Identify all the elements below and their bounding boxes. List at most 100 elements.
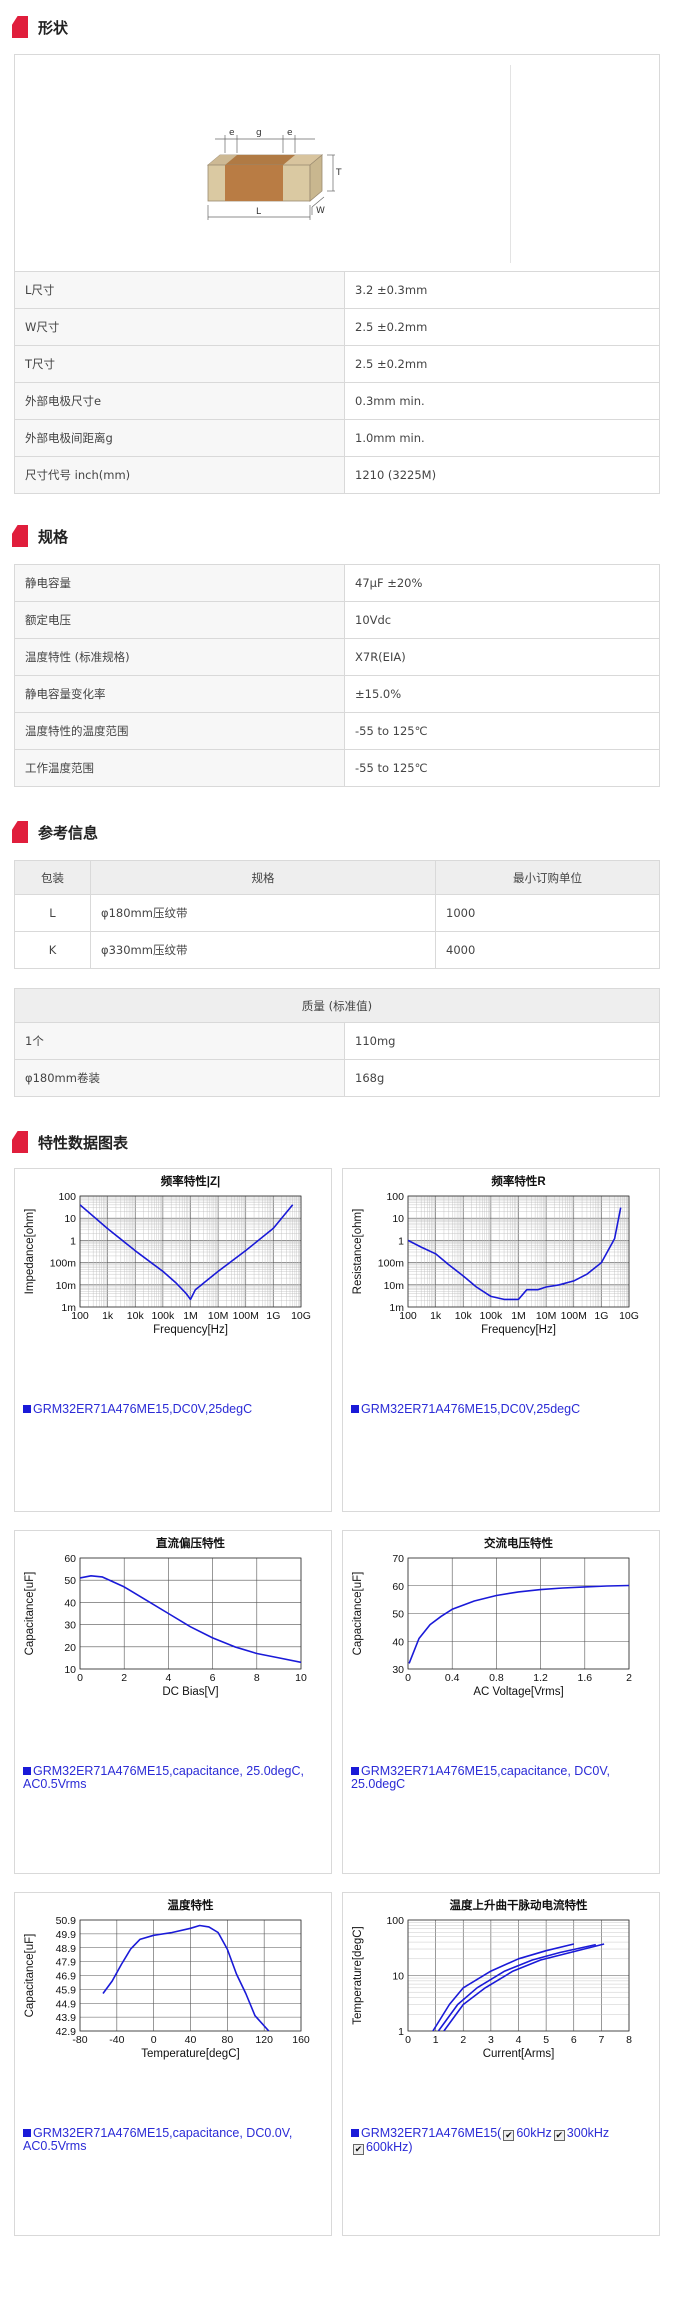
x-tick-label: 40 <box>185 2034 197 2046</box>
y-tick-label: 30 <box>64 1620 76 1632</box>
column-header: 规格 <box>90 860 436 895</box>
chart-title: 频率特性|Z| <box>161 1174 220 1188</box>
y-tick-label: 10 <box>392 1213 404 1225</box>
legend-label: GRM32ER71A476ME15( <box>361 2126 502 2140</box>
section-header-spec: 规格 <box>12 523 68 549</box>
mass-value: 110mg <box>344 1022 660 1060</box>
x-tick-label: 5 <box>543 2034 549 2046</box>
y-tick-label: 47.9 <box>56 1957 77 1969</box>
chart-legend[interactable]: GRM32ER71A476ME15,capacitance, 25.0degC,… <box>23 1765 313 1791</box>
x-tick-label: 8 <box>254 1672 260 1684</box>
y-tick-label: 1m <box>61 1302 76 1314</box>
y-tick-label: 100 <box>386 1915 404 1927</box>
y-tick-label: 10 <box>64 1213 76 1225</box>
x-tick-label: 2 <box>460 2034 466 2046</box>
y-axis-label: Capacitance[uF] <box>24 1572 36 1656</box>
x-tick-label: 100M <box>561 1310 587 1322</box>
shape-image-panel: e g e T L W <box>14 54 660 404</box>
row-value: 3.2 ±0.3mm <box>344 271 660 309</box>
section-marker-icon <box>12 525 28 547</box>
y-tick-label: 42.9 <box>56 2026 77 2038</box>
chart-legend: GRM32ER71A476ME15(✔ 60kHz ✔ 300kHz ✔ 600kHz) <box>351 2127 651 2155</box>
chart-title: 直流偏压特性 <box>156 1536 225 1550</box>
x-axis-label: Temperature[degC] <box>141 2048 239 2060</box>
table-row: 外部电极尺寸e 0.3mm min. <box>14 382 660 420</box>
table-row: 外部电极间距离g 1.0mm min. <box>14 419 660 457</box>
legend-swatch <box>23 1767 31 1775</box>
chart-svg: 温度上升曲干脉动电流特性0 1 2 3 4 5 6 7 8110100Current[Arms]… <box>352 1898 632 2060</box>
table-row: 静电容量 47μF ±20% <box>14 564 660 602</box>
chart-legend[interactable]: GRM32ER71A476ME15,DC0V,25degC <box>351 1403 580 1416</box>
x-axis-label: Frequency[Hz] <box>153 1324 228 1336</box>
y-tick-label: 43.9 <box>56 2012 77 2024</box>
y-tick-label: 40 <box>392 1636 404 1648</box>
y-tick-label: 100 <box>58 1191 76 1203</box>
x-tick-label: 10M <box>536 1310 556 1322</box>
y-tick-label: 100 <box>386 1191 404 1203</box>
legend-swatch <box>23 2129 31 2137</box>
y-axis-label: Capacitance[uF] <box>24 1934 36 2018</box>
mass-header-row: 质量 (标准值) <box>14 988 660 1023</box>
chart-legend[interactable]: GRM32ER71A476ME15,capacitance, DC0.0V, A… <box>23 2127 313 2153</box>
x-tick-label: 6 <box>571 2034 577 2046</box>
x-tick-label: -40 <box>109 2034 124 2046</box>
chart-grid <box>79 1919 302 2032</box>
dim-e-left: e <box>229 128 235 138</box>
row-value: -55 to 125℃ <box>344 712 660 750</box>
x-tick-label: 2 <box>626 1672 632 1684</box>
y-tick-label: 100m <box>378 1258 405 1270</box>
chart-dc-bias: 直流偏压特性 0 2 4 6 8 10 10 20 30 40 50 60 DC Bias[V] Capac… <box>14 1530 332 1874</box>
section-marker-icon <box>12 821 28 843</box>
dim-e-right: e <box>287 128 293 138</box>
mass-label: 1个 <box>14 1022 345 1060</box>
row-label: 静电容量 <box>14 564 345 602</box>
package-moq: 1000 <box>435 894 660 932</box>
x-tick-label: 100k <box>151 1310 175 1322</box>
chart-title: 温度上升曲干脉动电流特性 <box>450 1898 588 1912</box>
plot-frame <box>79 1557 302 1670</box>
chart-svg: 频率特性|Z| 100 1k 10k 100k 1M 10M 100M 1G 10G 1m 10m 10… <box>24 1174 311 1336</box>
chart-legend[interactable]: GRM32ER71A476ME15,capacitance, DC0V, 25.… <box>351 1765 641 1791</box>
y-tick-label: 50.9 <box>56 1915 77 1927</box>
x-tick-label: 0.8 <box>489 1672 504 1684</box>
section-marker-icon <box>12 16 28 38</box>
x-tick-label: 2 <box>121 1672 127 1684</box>
mass-label: φ180mm卷装 <box>14 1059 345 1097</box>
row-value: 10Vdc <box>344 601 660 639</box>
y-tick-label: 50 <box>392 1609 404 1621</box>
y-tick-label: 30 <box>392 1664 404 1676</box>
y-tick-label: 46.9 <box>56 1971 77 1983</box>
chart-ac-voltage: 交流电压特性 0 0.4 0.8 1.2 1.6 2 30 40 50 60 70 AC Voltage… <box>342 1530 660 1874</box>
series-line-0 <box>408 1584 629 1664</box>
x-tick-label: 1.2 <box>533 1672 548 1684</box>
package-code: K <box>14 931 91 969</box>
chart-title: 频率特性R <box>491 1174 546 1188</box>
row-value: 2.5 ±0.2mm <box>344 345 660 383</box>
checkbox-60khz[interactable]: ✔ <box>503 2130 515 2141</box>
chart-legend[interactable]: GRM32ER71A476ME15,DC0V,25degC <box>23 1403 252 1416</box>
checkbox-300khz[interactable]: ✔ <box>553 2130 565 2141</box>
x-tick-label: 6 <box>210 1672 216 1684</box>
legend-item: 60kHz <box>516 2126 552 2140</box>
mass-value: 168g <box>344 1059 660 1097</box>
table-row: T尺寸 2.5 ±0.2mm <box>14 345 660 383</box>
row-value: 1210 (3225M) <box>344 456 660 494</box>
chart-temperature: 温度特性 -80 -40 0 40 80 120 160 42.9 43.9 44.9 45.9 46.… <box>14 1892 332 2236</box>
table-row: 额定电压 10Vdc <box>14 601 660 639</box>
x-tick-label: 7 <box>598 2034 604 2046</box>
legend-label: GRM32ER71A476ME15,DC0V,25degC <box>33 1402 253 1416</box>
packaging-header-row: 包装 规格 最小订购单位 <box>14 860 660 895</box>
row-label: 额定电压 <box>14 601 345 639</box>
y-tick-label: 50 <box>64 1575 76 1587</box>
legend-label: GRM32ER71A476ME15,capacitance, DC0.0V, A… <box>23 2126 293 2153</box>
table-row: W尺寸 2.5 ±0.2mm <box>14 308 660 346</box>
x-tick-label: 1M <box>511 1310 526 1322</box>
x-axis-label: Frequency[Hz] <box>481 1324 556 1336</box>
chart-svg: 交流电压特性 0 0.4 0.8 1.2 1.6 2 30 40 50 60 70 AC Voltage… <box>352 1536 632 1698</box>
checkbox-600khz[interactable]: ✔ <box>353 2144 364 2155</box>
section-header-charts: 特性数据图表 <box>12 1129 128 1155</box>
package-moq: 4000 <box>435 931 660 969</box>
x-axis-label: AC Voltage[Vrms] <box>473 1686 563 1698</box>
row-label: 温度特性的温度范围 <box>14 712 345 750</box>
table-row: φ180mm卷装 168g <box>14 1059 660 1097</box>
